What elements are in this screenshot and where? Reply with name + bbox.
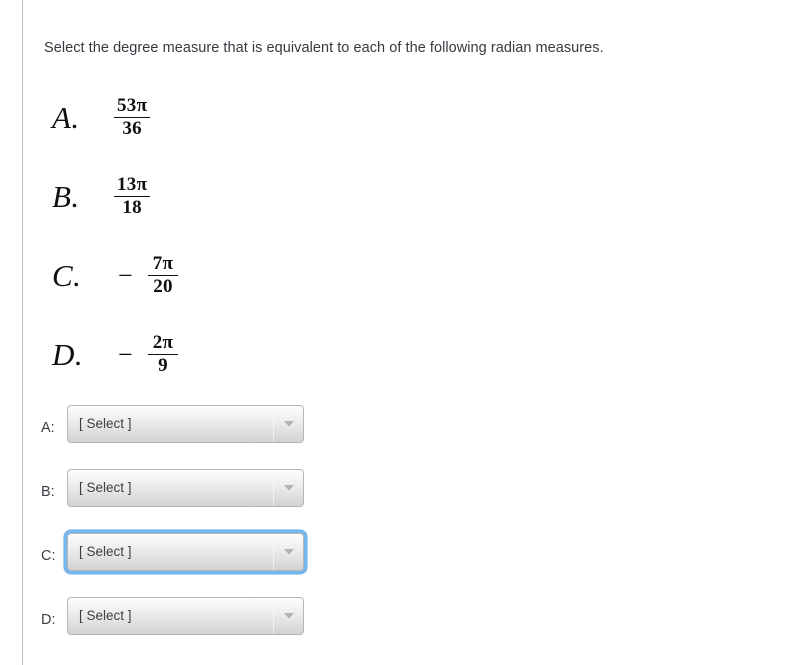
- answer-row-b: B: [ Select ]: [41, 456, 307, 520]
- math-item-c: C. − 7π 20: [52, 236, 452, 315]
- math-item-d-fraction: 2π 9: [148, 331, 178, 377]
- math-item-d: D. − 2π 9: [52, 315, 452, 394]
- math-item-a-numerator: 53π: [117, 94, 148, 116]
- answer-select-a[interactable]: [ Select ]: [67, 405, 304, 443]
- chevron-down-icon: [283, 613, 294, 619]
- answer-select-a-arrow-zone[interactable]: [273, 406, 303, 442]
- answer-row-a: A: [ Select ]: [41, 392, 307, 456]
- math-item-b-numerator: 13π: [117, 173, 148, 195]
- math-item-b-label: B.: [52, 179, 80, 214]
- math-item-a-denominator: 36: [122, 118, 142, 140]
- answer-select-a-wrapper: [ Select ]: [64, 402, 307, 446]
- math-item-a-fraction: 53π 36: [114, 94, 151, 140]
- math-item-b: B. 13π 18: [52, 157, 452, 236]
- answer-select-c-wrapper: [ Select ]: [64, 530, 307, 574]
- answer-select-d-wrapper: [ Select ]: [64, 594, 307, 638]
- answer-select-b-value: [ Select ]: [79, 480, 132, 496]
- chevron-down-icon: [283, 549, 294, 555]
- answer-select-b-arrow-zone[interactable]: [273, 470, 303, 506]
- math-item-c-sign: −: [118, 260, 133, 290]
- math-item-d-numerator: 2π: [152, 331, 174, 353]
- chevron-down-icon: [283, 421, 294, 427]
- math-item-c-fraction: 7π 20: [148, 252, 178, 298]
- question-page: Select the degree measure that is equiva…: [0, 0, 800, 665]
- answer-select-c-arrow-zone[interactable]: [273, 534, 303, 570]
- math-item-a: A. 53π 36: [52, 78, 452, 157]
- math-item-c-denominator: 20: [153, 276, 173, 298]
- answer-select-d[interactable]: [ Select ]: [67, 597, 304, 635]
- math-item-a-label: A.: [52, 100, 80, 135]
- answer-row-b-label: B:: [41, 484, 55, 501]
- answer-row-c: C: [ Select ]: [41, 520, 307, 584]
- math-item-b-denominator: 18: [122, 197, 142, 219]
- math-item-b-fraction: 13π 18: [114, 173, 151, 219]
- answer-select-b-wrapper: [ Select ]: [64, 466, 307, 510]
- answer-row-d: D: [ Select ]: [41, 584, 307, 648]
- answer-dropdown-list: A: [ Select ] B: [ Select ] C: [Select …: [41, 392, 307, 648]
- answer-select-b[interactable]: [ Select ]: [67, 469, 304, 507]
- answer-row-a-label: A:: [41, 420, 55, 437]
- question-prompt: Select the degree measure that is equiva…: [44, 40, 604, 56]
- left-divider-rule: [22, 0, 23, 665]
- math-item-d-sign: −: [118, 339, 133, 369]
- answer-select-d-value: [ Select ]: [79, 608, 132, 624]
- answer-select-a-value: [ Select ]: [79, 416, 132, 432]
- answer-row-d-label: D:: [41, 612, 56, 629]
- math-item-c-label: C.: [52, 258, 82, 293]
- radian-measure-list: A. 53π 36 B. 13π 18 C. − 7π 20 D. − 2π 9: [52, 78, 452, 394]
- answer-select-d-arrow-zone[interactable]: [273, 598, 303, 634]
- answer-row-c-label: C:: [41, 548, 56, 565]
- answer-select-c[interactable]: [ Select ]: [67, 533, 304, 571]
- math-item-d-denominator: 9: [158, 355, 168, 377]
- answer-select-c-value: [ Select ]: [79, 544, 132, 560]
- chevron-down-icon: [283, 485, 294, 491]
- math-item-d-label: D.: [52, 337, 84, 372]
- math-item-c-numerator: 7π: [152, 252, 174, 274]
